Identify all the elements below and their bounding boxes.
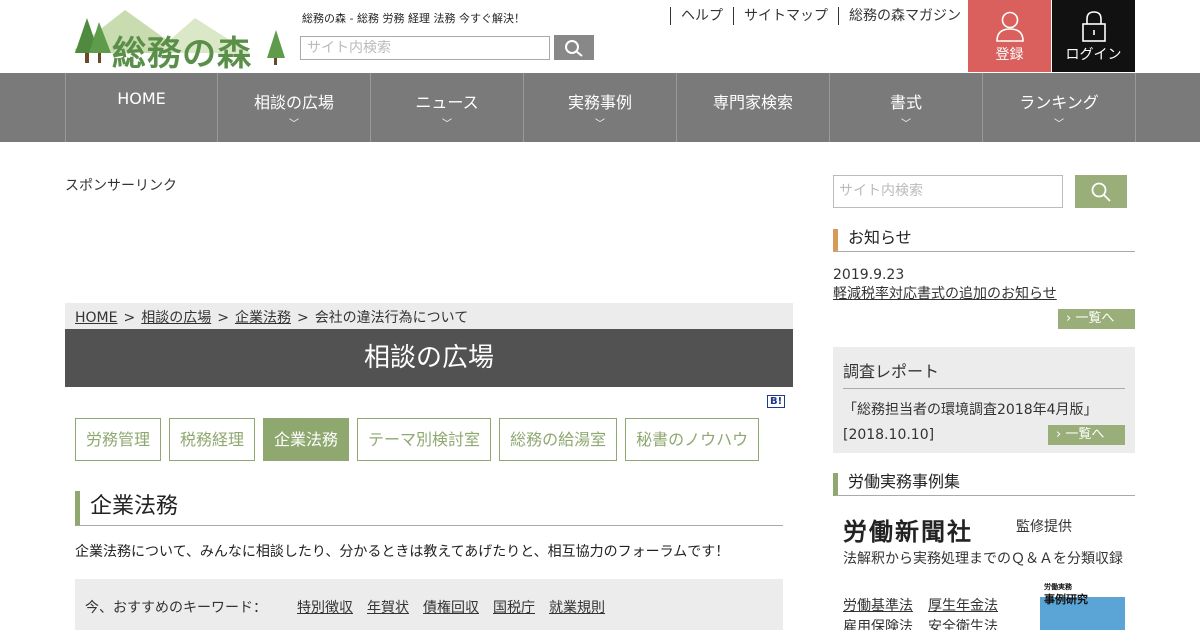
survey-item[interactable]: 「総務担当者の環境調査2018年4月版」: [843, 399, 1098, 419]
keyword-link[interactable]: 債権回収: [423, 597, 479, 616]
site-header: 総務の森 総務の森 - 総務 労務 経理 法務 今すぐ解決！ サイト内検索 ヘル…: [0, 0, 1200, 74]
nav-label: ランキング: [1019, 93, 1099, 112]
keyword-link[interactable]: 年賀状: [367, 597, 409, 616]
sitemap-link[interactable]: サイトマップ: [733, 7, 838, 25]
section-banner: 相談の広場: [65, 329, 793, 387]
notice-link[interactable]: 軽減税率対応書式の追加のお知らせ: [833, 283, 1057, 303]
sponsor-label: スポンサーリンク: [65, 178, 177, 194]
more-label: 一覧へ: [1065, 427, 1105, 442]
tab-themes[interactable]: テーマ別検討室: [357, 418, 492, 461]
law-link[interactable]: 労働基準法: [843, 595, 928, 615]
nav-consultation[interactable]: 相談の広場 ﹀: [218, 73, 371, 142]
casebook-heading: 労働実務事例集: [833, 473, 1135, 496]
register-label: 登録: [995, 47, 1024, 63]
keyword-link[interactable]: 就業規則: [549, 597, 605, 616]
chevron-down-icon: ﹀: [289, 119, 299, 130]
breadcrumb-corporate-law[interactable]: 企業法務: [235, 310, 291, 326]
more-label: 一覧へ: [1075, 311, 1115, 326]
nav-cases[interactable]: 実務事例 ﹀: [524, 73, 677, 142]
survey-more-button[interactable]: › 一覧へ: [1048, 425, 1125, 445]
sidebar-search-button[interactable]: [1075, 175, 1127, 208]
law-link[interactable]: 雇用保険法: [843, 616, 928, 630]
hatena-bookmark-icon[interactable]: B!: [767, 395, 786, 408]
chevron-right-icon: ›: [1056, 427, 1062, 442]
help-link[interactable]: ヘルプ: [670, 7, 733, 25]
nav-forms[interactable]: 書式 ﹀: [830, 73, 983, 142]
notice-date: 2019.9.23: [833, 267, 905, 283]
law-links: 労働基準法 厚生年金法 雇用保険法 安全衛生法: [843, 595, 1013, 630]
nav-expert-search[interactable]: 専門家検索: [677, 73, 830, 142]
category-tabs: 労務管理 税務経理 企業法務 テーマ別検討室 総務の給湯室 秘書のノウハウ: [75, 418, 767, 461]
nav-label: 書式: [889, 93, 922, 112]
book-title: 事例研究: [1044, 593, 1088, 606]
sidebar-search-input[interactable]: サイト内検索: [833, 175, 1063, 208]
survey-report-box: 調査レポート 「総務担当者の環境調査2018年4月版」 [2018.10.10]…: [833, 347, 1135, 453]
chevron-down-icon: ﹀: [1054, 119, 1064, 130]
breadcrumb-consultation[interactable]: 相談の広場: [141, 310, 211, 326]
tab-labor[interactable]: 労務管理: [75, 418, 162, 461]
main-nav: HOME 相談の広場 ﹀ ニュース ﹀ 実務事例 ﹀ 専門家検索 書式 ﹀ ランキング ﹀: [0, 73, 1200, 142]
tab-corporate-law[interactable]: 企業法務: [263, 418, 350, 461]
law-link[interactable]: 安全衛生法: [928, 616, 1013, 630]
section-description: 企業法務について、みんなに相談したり、分かるときは教えてあげたりと、相互協力のフ…: [75, 544, 730, 560]
nav-label: 実務事例: [567, 93, 632, 112]
user-icon: [995, 11, 1024, 42]
section-heading: 企業法務: [75, 491, 783, 526]
survey-date: [2018.10.10]: [843, 427, 935, 443]
magazine-link[interactable]: 総務の森マガジン: [838, 7, 971, 25]
chevron-down-icon: ﹀: [442, 119, 452, 130]
breadcrumb-current: 会社の違法行為について: [314, 310, 469, 326]
casebook-description: 法解釈から実務処理までのＱ＆Ａを分類収録: [843, 551, 1123, 567]
tagline: 総務の森 - 総務 労務 経理 法務 今すぐ解決！: [302, 12, 525, 25]
tab-secretary[interactable]: 秘書のノウハウ: [625, 418, 760, 461]
tab-lounge[interactable]: 総務の給湯室: [499, 418, 618, 461]
logo-text: 総務の森: [112, 34, 252, 74]
keyword-box: 今、おすすめのキーワード： 特別徴収 年賀状 債権回収 国税庁 就業規則: [75, 579, 783, 630]
nav-ranking[interactable]: ランキング ﹀: [983, 73, 1136, 142]
search-icon: [565, 39, 583, 57]
lock-icon: [1081, 11, 1106, 42]
nav-home[interactable]: HOME: [66, 73, 218, 142]
publisher-supervision: 監修提供: [1016, 519, 1072, 535]
chevron-down-icon: ﹀: [595, 119, 605, 130]
casebook-cover[interactable]: 労働実務 事例研究: [1040, 583, 1125, 630]
nav-label: ニュース: [415, 93, 479, 112]
publisher-logo[interactable]: 労働新聞社: [843, 512, 973, 547]
breadcrumb-separator: >: [217, 310, 229, 326]
keywords-label: 今、おすすめのキーワード：: [85, 600, 267, 616]
breadcrumb-separator: >: [296, 310, 309, 326]
notice-more-button[interactable]: › 一覧へ: [1058, 309, 1135, 329]
nav-label: 専門家検索: [712, 93, 793, 112]
nav-news[interactable]: ニュース ﹀: [371, 73, 524, 142]
keyword-link[interactable]: 国税庁: [493, 597, 535, 616]
chevron-right-icon: ›: [1066, 311, 1072, 326]
register-button[interactable]: 登録: [968, 0, 1051, 72]
breadcrumb-separator: >: [123, 310, 136, 326]
chevron-down-icon: ﹀: [901, 119, 911, 130]
survey-heading: 調査レポート: [843, 362, 940, 381]
login-button[interactable]: ログイン: [1052, 0, 1135, 72]
breadcrumb-home[interactable]: HOME: [75, 310, 117, 326]
divider: [843, 388, 1125, 389]
login-label: ログイン: [1065, 47, 1122, 63]
law-link[interactable]: 厚生年金法: [928, 595, 1013, 615]
breadcrumb: HOME > 相談の広場 > 企業法務 > 会社の違法行為について: [65, 303, 793, 329]
book-small-label: 労働実務: [1044, 583, 1072, 591]
header-search-button[interactable]: [554, 35, 594, 60]
header-search-input[interactable]: サイト内検索: [300, 36, 550, 60]
nav-label: HOME: [117, 89, 166, 108]
nav-label: 相談の広場: [253, 93, 334, 112]
utility-nav: ヘルプ サイトマップ 総務の森マガジン: [670, 7, 971, 25]
notice-heading: お知らせ: [833, 229, 1135, 252]
tab-tax[interactable]: 税務経理: [169, 418, 256, 461]
keyword-link[interactable]: 特別徴収: [297, 597, 353, 616]
search-icon: [1091, 182, 1111, 202]
